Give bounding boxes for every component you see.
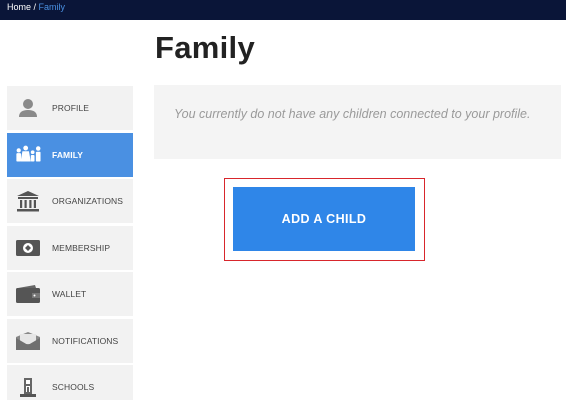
- breadcrumb-current: Family: [38, 2, 66, 12]
- person-icon: [15, 97, 41, 119]
- sidebar-item-label: ORGANIZATIONS: [52, 196, 124, 206]
- breadcrumb-home-link[interactable]: Home: [7, 2, 31, 12]
- top-bar: Home / Family: [0, 0, 566, 20]
- page-title: Family: [155, 30, 256, 65]
- school-building-icon: [15, 376, 41, 398]
- breadcrumb: Home / Family: [7, 2, 65, 13]
- sidebar-item-schools[interactable]: SCHOOLS: [7, 365, 133, 400]
- empty-state-box: You currently do not have any children c…: [154, 85, 561, 159]
- sidebar-item-label: FAMILY: [52, 149, 83, 160]
- sidebar-item-membership[interactable]: MEMBERSHIP: [7, 225, 133, 270]
- empty-state-message: You currently do not have any children c…: [174, 107, 531, 121]
- sidebar-item-notifications[interactable]: NOTIFICATIONS: [7, 318, 133, 363]
- add-child-button[interactable]: ADD A CHILD: [233, 187, 415, 251]
- membership-card-icon: [15, 237, 41, 259]
- sidebar-item-organizations[interactable]: ORGANIZATIONS: [7, 179, 133, 223]
- sidebar-item-label: MEMBERSHIP: [52, 242, 111, 253]
- family-icon: [15, 144, 41, 166]
- envelope-icon: [15, 330, 41, 352]
- sidebar-item-label: WALLET: [52, 289, 87, 299]
- wallet-icon: [15, 283, 41, 305]
- sidebar-item-label: NOTIFICATIONS: [52, 335, 119, 346]
- sidebar-item-label: SCHOOLS: [52, 382, 95, 392]
- sidebar-item-family[interactable]: FAMILY: [7, 132, 133, 177]
- institution-icon: [15, 190, 41, 212]
- breadcrumb-separator: /: [31, 2, 39, 12]
- sidebar-item-profile[interactable]: PROFILE: [7, 86, 133, 130]
- sidebar: PROFILE FAMILY ORGANIZATIONS MEMBERSHIP …: [7, 86, 133, 400]
- sidebar-item-wallet[interactable]: WALLET: [7, 272, 133, 316]
- sidebar-item-label: PROFILE: [52, 103, 90, 113]
